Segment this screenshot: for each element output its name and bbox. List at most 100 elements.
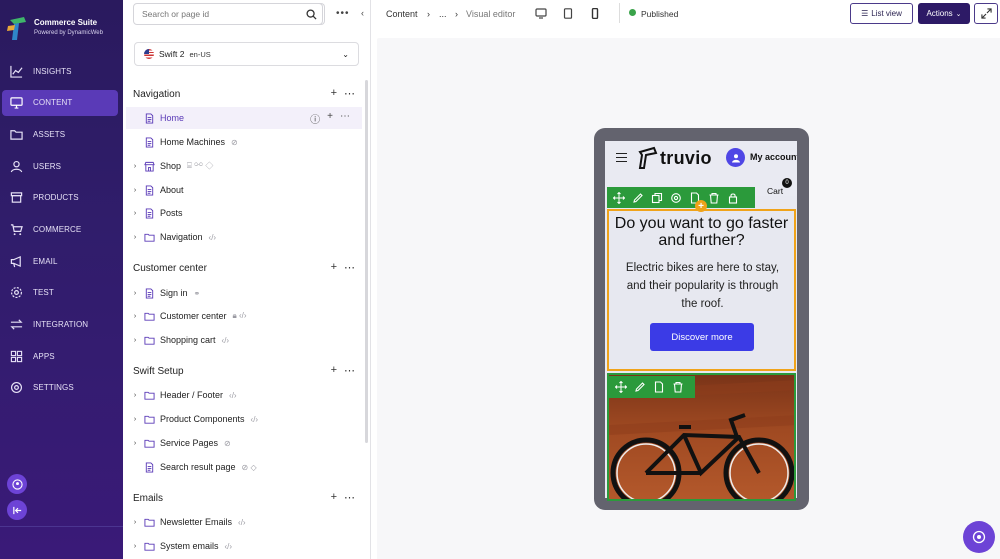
nav-users[interactable]: USERS bbox=[2, 153, 118, 179]
collapse-panel-icon[interactable]: ‹ bbox=[361, 8, 364, 18]
code-icon: ‹/› bbox=[229, 390, 237, 400]
tree-more-icon[interactable]: ••• bbox=[336, 8, 350, 19]
add-icon[interactable]: + bbox=[331, 364, 337, 377]
tree-scrollbar[interactable] bbox=[365, 80, 368, 443]
profile-button[interactable] bbox=[7, 474, 27, 494]
more-icon[interactable]: ⋯ bbox=[344, 261, 355, 274]
tree-row-search-result-page[interactable]: Search result page ⊘ ◇ bbox=[126, 456, 362, 478]
tree-row-home-machines[interactable]: Home Machines ⊘ bbox=[126, 131, 362, 153]
page-icon bbox=[145, 287, 154, 299]
nav-commerce[interactable]: COMMERCE bbox=[2, 216, 118, 242]
desktop-icon[interactable] bbox=[535, 8, 547, 19]
tree-row-shopping-cart[interactable]: › Shopping cart ‹/› bbox=[126, 329, 362, 351]
tree-row-about[interactable]: › About bbox=[126, 179, 362, 201]
chevron-right-icon[interactable]: › bbox=[129, 392, 141, 399]
truvio-logo-icon bbox=[638, 146, 658, 169]
collapse-icon bbox=[12, 506, 21, 514]
edit-icon[interactable] bbox=[632, 192, 644, 204]
nav-apps[interactable]: APPS bbox=[2, 343, 118, 369]
nav-settings[interactable]: SETTINGS bbox=[2, 375, 118, 401]
list-view-button[interactable]: ☰ List view bbox=[850, 3, 913, 24]
more-icon[interactable]: ⋯ bbox=[340, 111, 350, 126]
account-link[interactable]: My account bbox=[750, 152, 797, 162]
move-icon[interactable] bbox=[613, 191, 625, 204]
lock-icon[interactable] bbox=[727, 192, 739, 204]
tree-row-service-pages[interactable]: › Service Pages ⊘ bbox=[126, 432, 362, 454]
tree-row-header-footer[interactable]: › Header / Footer ‹/› bbox=[126, 384, 362, 406]
hamburger-menu-icon[interactable] bbox=[616, 153, 627, 162]
move-icon[interactable] bbox=[615, 381, 627, 393]
hero-block[interactable]: Do you want to go faster and further? El… bbox=[607, 209, 796, 371]
info-icon[interactable]: ⓘ bbox=[310, 111, 320, 126]
more-icon[interactable]: ⋯ bbox=[344, 491, 355, 504]
shop-icon bbox=[144, 161, 155, 172]
document-icon[interactable] bbox=[653, 381, 665, 393]
folder-icon bbox=[144, 312, 155, 321]
publish-status: Published bbox=[641, 9, 679, 19]
tree-row-shop[interactable]: › Shop ⌸ ⚯ ◇ bbox=[126, 155, 362, 177]
tree-row-newsletter-emails[interactable]: › Newsletter Emails ‹/› bbox=[126, 511, 362, 533]
edit-icon[interactable] bbox=[634, 381, 646, 393]
chevron-right-icon[interactable]: › bbox=[129, 187, 141, 194]
assistant-button[interactable] bbox=[963, 521, 995, 553]
breadcrumb-content[interactable]: Content bbox=[386, 9, 418, 19]
tree-row-customer-center[interactable]: › Customer center 🔒︎ ‹/› bbox=[126, 305, 362, 327]
cart-link[interactable]: Cart bbox=[767, 186, 783, 196]
tablet-icon[interactable] bbox=[563, 8, 573, 19]
nav-products[interactable]: PRODUCTS bbox=[2, 185, 118, 211]
nav-test[interactable]: TEST bbox=[2, 280, 118, 306]
add-icon[interactable]: + bbox=[331, 261, 337, 274]
fullscreen-button[interactable] bbox=[974, 3, 998, 24]
tree-row-navigation[interactable]: › Navigation ‹/› bbox=[126, 226, 362, 248]
actions-button[interactable]: Actions ⌄ bbox=[918, 3, 970, 24]
tree-search-input[interactable] bbox=[133, 3, 323, 25]
trash-icon[interactable] bbox=[672, 381, 684, 393]
more-icon[interactable]: ⋯ bbox=[344, 87, 355, 100]
tree-search-button[interactable] bbox=[298, 3, 325, 25]
chevron-right-icon[interactable]: › bbox=[129, 234, 141, 241]
breadcrumb-ellipsis[interactable]: ... bbox=[439, 9, 447, 19]
trash-icon[interactable] bbox=[708, 192, 720, 204]
chevron-right-icon[interactable]: › bbox=[129, 416, 141, 423]
nav-insights[interactable]: INSIGHTS bbox=[2, 58, 118, 84]
brand[interactable]: Commerce Suite Powered by DynamicWeb bbox=[6, 14, 103, 42]
add-icon[interactable]: + bbox=[331, 491, 337, 504]
section-title: Navigation bbox=[133, 88, 181, 100]
tree-row-product-components[interactable]: › Product Components ‹/› bbox=[126, 408, 362, 430]
block-toolbar-image bbox=[609, 376, 695, 398]
site-selector[interactable]: Swift 2 en-US ⌄ bbox=[134, 42, 359, 66]
discover-more-button[interactable]: Discover more bbox=[650, 323, 754, 351]
chevron-right-icon[interactable]: › bbox=[129, 290, 141, 297]
tree-row-home[interactable]: Home ⓘ + ⋯ bbox=[126, 107, 362, 129]
mobile-icon[interactable] bbox=[590, 8, 600, 19]
add-block-icon[interactable]: + bbox=[695, 200, 707, 212]
chevron-right-icon[interactable]: › bbox=[129, 519, 141, 526]
chevron-right-icon[interactable]: › bbox=[129, 313, 141, 320]
tree-row-system-emails[interactable]: › System emails ‹/› bbox=[126, 535, 362, 557]
brand-title: Commerce Suite bbox=[34, 18, 98, 27]
chevron-right-icon[interactable]: › bbox=[129, 543, 141, 550]
chevron-right-icon[interactable]: › bbox=[129, 337, 141, 344]
chevron-right-icon[interactable]: › bbox=[129, 163, 141, 170]
copy-icon[interactable] bbox=[651, 192, 663, 204]
account-avatar-icon[interactable] bbox=[726, 148, 745, 167]
tree-row-posts[interactable]: › Posts bbox=[126, 202, 362, 224]
expand-icon bbox=[980, 8, 992, 19]
tree-row-sign-in[interactable]: › Sign in ⚭ bbox=[126, 282, 362, 304]
more-icon[interactable]: ⋯ bbox=[344, 364, 355, 377]
page-icon bbox=[145, 207, 154, 219]
add-icon[interactable]: + bbox=[327, 111, 333, 126]
nav-integration[interactable]: INTEGRATION bbox=[2, 312, 118, 338]
lock-code-icons: 🔒︎ ‹/› bbox=[232, 311, 247, 320]
user-icon bbox=[10, 160, 23, 172]
nav-content[interactable]: CONTENT bbox=[2, 89, 118, 116]
chevron-right-icon[interactable]: › bbox=[129, 440, 141, 447]
add-icon[interactable]: + bbox=[331, 87, 337, 100]
chevron-right-icon[interactable]: › bbox=[129, 210, 141, 217]
nav-assets[interactable]: ASSETS bbox=[2, 121, 118, 147]
chart-line-icon bbox=[10, 65, 23, 78]
nav-email[interactable]: EMAIL bbox=[2, 248, 118, 274]
collapse-sidebar-button[interactable] bbox=[7, 500, 27, 520]
settings-icon[interactable] bbox=[670, 192, 682, 204]
list-icon: ☰ bbox=[861, 9, 869, 18]
